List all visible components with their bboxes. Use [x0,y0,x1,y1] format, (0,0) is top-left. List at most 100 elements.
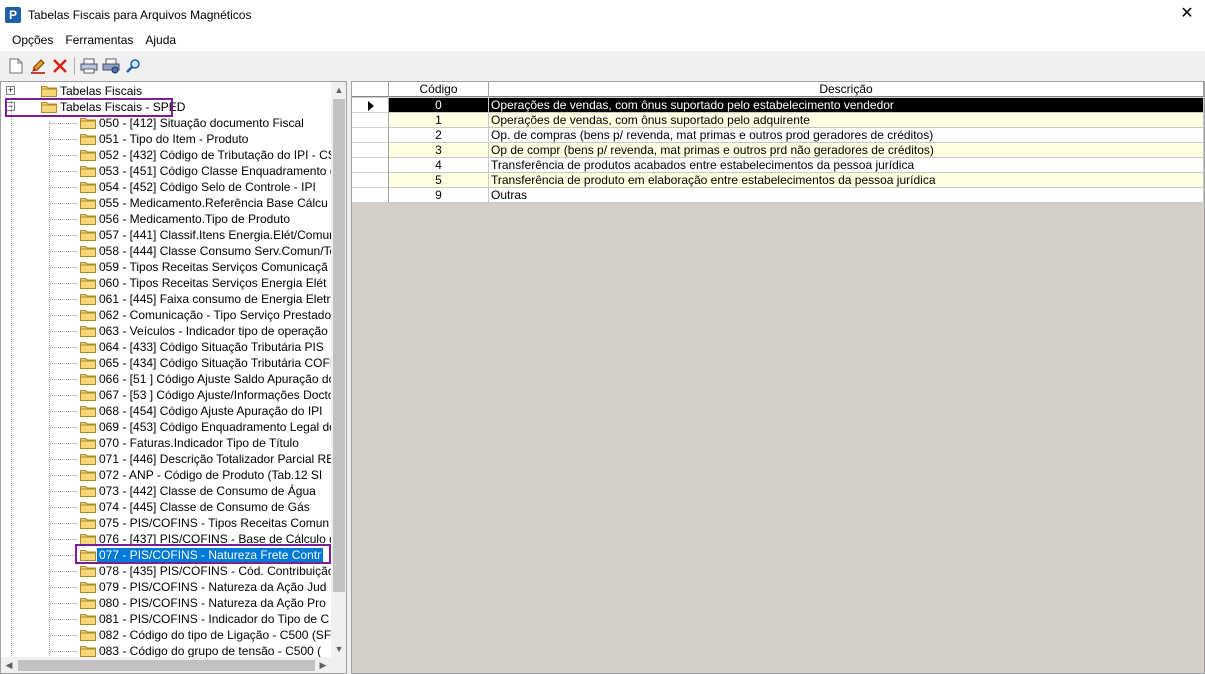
tree-node-label[interactable]: 068 - [454] Código Ajuste Apuração do IP… [97,404,325,419]
expand-icon[interactable]: + [6,86,15,95]
tree-node-label[interactable]: 067 - [53 ] Código Ajuste/Informações Do… [97,388,331,403]
tree-node-label[interactable]: 060 - Tipos Receitas Serviços Energia El… [97,276,328,291]
tree-node[interactable]: 062 - Comunicação - Tipo Serviço Prestad… [1,307,331,323]
tree-node-label[interactable]: 061 - [445] Faixa consumo de Energia Ele… [97,292,331,307]
tree-node-label[interactable]: 054 - [452] Código Selo de Controle - IP… [97,180,318,195]
table-row[interactable]: 1 Operações de vendas, com ônus suportado… [352,113,1204,128]
tree-panel[interactable]: + Tabelas Fiscais − Tabelas Fiscais - SPED 0… [0,81,347,674]
tree-node[interactable]: 082 - Código do tipo de Ligação - C500 (… [1,627,331,643]
cell-descricao[interactable]: Transferência de produto em elaboração e… [489,173,1204,188]
tree-node-label[interactable]: 053 - [451] Código Classe Enquadramento … [97,164,331,179]
tree-node[interactable]: 055 - Medicamento.Referência Base Cálcu [1,195,331,211]
cell-codigo[interactable]: 3 [389,143,489,158]
tree-node-label[interactable]: 072 - ANP - Código de Produto (Tab.12 SI [97,468,324,483]
tree-node[interactable]: 065 - [434] Código Situação Tributária C… [1,355,331,371]
tree-node[interactable]: 051 - Tipo do Item - Produto [1,131,331,147]
tree-node[interactable]: 064 - [433] Código Situação Tributária P… [1,339,331,355]
menu-ferramentas[interactable]: Ferramentas [59,33,139,47]
tree-node-label[interactable]: 052 - [432] Código de Tributação do IPI … [97,148,331,163]
scroll-up-arrow-icon[interactable]: ▲ [331,82,346,98]
tree-node[interactable]: 057 - [441] Classif.Itens Energia.Elét/C… [1,227,331,243]
cell-codigo[interactable]: 2 [389,128,489,143]
tree-node[interactable]: 061 - [445] Faixa consumo de Energia Ele… [1,291,331,307]
cell-codigo[interactable]: 5 [389,173,489,188]
tree-node-label[interactable]: 058 - [444] Classe Consumo Serv.Comun/Te… [97,244,331,259]
cell-codigo[interactable]: 0 [389,98,489,113]
tree-node-label[interactable]: 075 - PIS/COFINS - Tipos Receitas Comun [97,516,331,531]
tree-node-label[interactable]: 070 - Faturas.Indicador Tipo de Título [97,436,301,451]
table-row[interactable]: 4 Transferência de produtos acabados entr… [352,158,1204,173]
cell-descricao[interactable]: Operações de vendas, com ônus suportado … [489,113,1204,128]
tree-node-label[interactable]: 069 - [453] Código Enquadramento Legal d… [97,420,331,435]
cell-descricao[interactable]: Operações de vendas, com ônus suportado … [489,98,1204,113]
menu-opcoes[interactable]: Opções [6,33,59,47]
tree-node[interactable]: 056 - Medicamento.Tipo de Produto [1,211,331,227]
tree-node[interactable]: 054 - [452] Código Selo de Controle - IP… [1,179,331,195]
tree-node[interactable]: 059 - Tipos Receitas Serviços Comunicaçã [1,259,331,275]
tree-vertical-scroll-thumb[interactable] [333,99,345,592]
find-icon[interactable] [122,55,144,77]
tree-node-label[interactable]: 050 - [412] Situação documento Fiscal [97,116,306,131]
tree-node[interactable]: 079 - PIS/COFINS - Natureza da Ação Jud [1,579,331,595]
close-icon[interactable]: ✕ [1178,5,1196,23]
table-row[interactable]: 0 Operações de vendas, com ônus suportado… [352,98,1204,113]
tree-node[interactable]: 053 - [451] Código Classe Enquadramento … [1,163,331,179]
tree-node[interactable]: 066 - [51 ] Código Ajuste Saldo Apuração… [1,371,331,387]
cell-codigo[interactable]: 9 [389,188,489,203]
row-indicator[interactable] [352,128,389,143]
tree-node[interactable]: 083 - Código do grupo de tensão - C500 ( [1,643,331,657]
tree-node-label[interactable]: 078 - [435] PIS/COFINS - Cód. Contribuiç… [97,564,331,579]
tree-root-node[interactable]: + Tabelas Fiscais [1,83,331,99]
tree-node-label[interactable]: 081 - PIS/COFINS - Indicador do Tipo de … [97,612,331,627]
delete-x-icon[interactable] [49,55,71,77]
tree-node[interactable]: 070 - Faturas.Indicador Tipo de Título [1,435,331,451]
tree-node-label[interactable]: 080 - PIS/COFINS - Natureza da Ação Pro [97,596,328,611]
tree-node[interactable]: 058 - [444] Classe Consumo Serv.Comun/Te… [1,243,331,259]
row-indicator[interactable] [352,188,389,203]
tree-node[interactable]: 071 - [446] Descrição Totalizador Parcia… [1,451,331,467]
tree-node-label[interactable]: 064 - [433] Código Situação Tributária P… [97,340,326,355]
tree-view[interactable]: + Tabelas Fiscais − Tabelas Fiscais - SPED 0… [1,82,331,657]
tree-node-label[interactable]: 051 - Tipo do Item - Produto [97,132,250,147]
tree-node[interactable]: 075 - PIS/COFINS - Tipos Receitas Comun [1,515,331,531]
scroll-down-arrow-icon[interactable]: ▼ [331,641,346,657]
edit-pencil-icon[interactable] [27,55,49,77]
data-grid[interactable]: Código Descrição 0 Operações de vendas, c… [351,81,1205,674]
tree-node[interactable]: 074 - [445] Classe de Consumo de Gás [1,499,331,515]
column-header-descricao[interactable]: Descrição [489,82,1204,97]
tree-node-label[interactable]: 073 - [442] Classe de Consumo de Água [97,484,318,499]
tree-node[interactable]: 078 - [435] PIS/COFINS - Cód. Contribuiç… [1,563,331,579]
tree-node-label[interactable]: 066 - [51 ] Código Ajuste Saldo Apuração… [97,372,331,387]
column-header-codigo[interactable]: Código [389,82,489,97]
tree-node-label[interactable]: 062 - Comunicação - Tipo Serviço Prestad… [97,308,331,323]
tree-node[interactable]: 063 - Veículos - Indicador tipo de opera… [1,323,331,339]
print-setup-icon[interactable] [100,55,122,77]
tree-node-label[interactable]: 056 - Medicamento.Tipo de Produto [97,212,292,227]
tree-node-label[interactable]: 055 - Medicamento.Referência Base Cálcu [97,196,330,211]
row-indicator[interactable] [352,158,389,173]
tree-node-label[interactable]: 057 - [441] Classif.Itens Energia.Elét/C… [97,228,331,243]
new-document-icon[interactable] [5,55,27,77]
table-row[interactable]: 2 Op. de compras (bens p/ revenda, mat pr… [352,128,1204,143]
table-row[interactable]: 5 Transferência de produto em elaboração … [352,173,1204,188]
tree-vertical-scrollbar[interactable]: ▲ ▼ [331,82,346,657]
tree-horizontal-scroll-thumb[interactable] [18,660,315,671]
table-row[interactable]: 3 Op de compr (bens p/ revenda, mat prima… [352,143,1204,158]
tree-node-label[interactable]: Tabelas Fiscais [58,84,144,99]
tree-node[interactable]: 050 - [412] Situação documento Fiscal [1,115,331,131]
cell-codigo[interactable]: 4 [389,158,489,173]
tree-node-label[interactable]: 079 - PIS/COFINS - Natureza da Ação Jud [97,580,328,595]
tree-node[interactable]: 069 - [453] Código Enquadramento Legal d… [1,419,331,435]
cell-codigo[interactable]: 1 [389,113,489,128]
tree-node-label[interactable]: 059 - Tipos Receitas Serviços Comunicaçã [97,260,330,275]
tree-node-label[interactable]: 082 - Código do tipo de Ligação - C500 (… [97,628,331,643]
tree-node-label[interactable]: 083 - Código do grupo de tensão - C500 ( [97,644,323,657]
tree-node[interactable]: 052 - [432] Código de Tributação do IPI … [1,147,331,163]
tree-node[interactable]: 072 - ANP - Código de Produto (Tab.12 SI [1,467,331,483]
scroll-left-arrow-icon[interactable]: ◀ [1,657,17,673]
tree-node[interactable]: 060 - Tipos Receitas Serviços Energia El… [1,275,331,291]
scroll-right-arrow-icon[interactable]: ▶ [315,657,331,673]
cell-descricao[interactable]: Transferência de produtos acabados entre… [489,158,1204,173]
tree-node[interactable]: 068 - [454] Código Ajuste Apuração do IP… [1,403,331,419]
tree-node[interactable]: 067 - [53 ] Código Ajuste/Informações Do… [1,387,331,403]
